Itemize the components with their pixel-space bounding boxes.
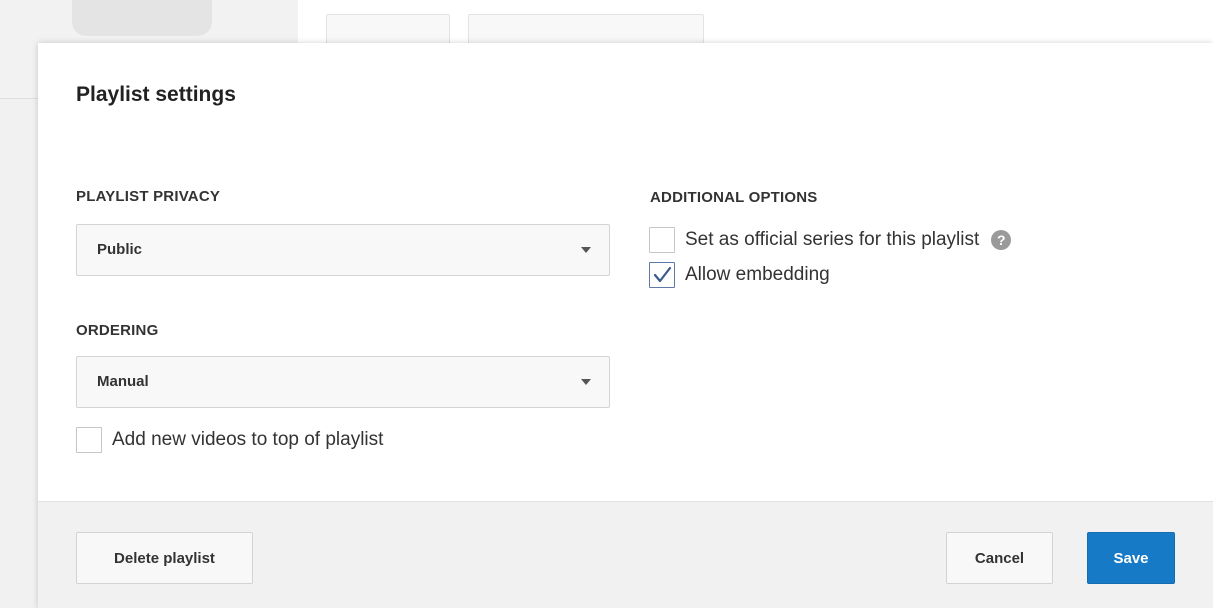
privacy-select-value: Public	[97, 241, 143, 258]
add-to-top-label: Add new videos to top of playlist	[112, 429, 384, 450]
delete-playlist-button[interactable]: Delete playlist	[76, 532, 253, 584]
background-element	[72, 0, 212, 36]
allow-embedding-label: Allow embedding	[685, 264, 830, 285]
help-icon[interactable]: ?	[991, 230, 1012, 250]
dialog-title: Playlist settings	[76, 83, 236, 106]
privacy-select[interactable]: Public	[76, 224, 610, 276]
caret-down-icon	[581, 379, 591, 385]
save-button[interactable]: Save	[1087, 532, 1175, 584]
ordering-select-value: Manual	[97, 373, 149, 390]
add-to-top-checkbox[interactable]	[76, 427, 102, 453]
ordering-select[interactable]: Manual	[76, 356, 610, 408]
check-icon	[653, 266, 672, 283]
privacy-section-label: PLAYLIST PRIVACY	[76, 188, 221, 205]
official-series-option[interactable]: Set as official series for this playlist…	[649, 227, 1012, 253]
caret-down-icon	[581, 247, 591, 253]
allow-embedding-checkbox[interactable]	[649, 262, 675, 288]
additional-options-label: ADDITIONAL OPTIONS	[650, 189, 818, 206]
official-series-checkbox[interactable]	[649, 227, 675, 253]
playlist-settings-dialog: Playlist settings PLAYLIST PRIVACY Publi…	[38, 43, 1213, 608]
page: Playlist settings PLAYLIST PRIVACY Publi…	[0, 0, 1213, 608]
official-series-label: Set as official series for this playlist	[685, 229, 980, 250]
ordering-section-label: ORDERING	[76, 322, 159, 339]
allow-embedding-option[interactable]: Allow embedding	[649, 262, 830, 288]
add-to-top-option[interactable]: Add new videos to top of playlist	[76, 427, 383, 453]
background-divider	[0, 98, 40, 99]
cancel-button[interactable]: Cancel	[946, 532, 1053, 584]
dialog-footer: Delete playlist Cancel Save	[38, 501, 1213, 608]
